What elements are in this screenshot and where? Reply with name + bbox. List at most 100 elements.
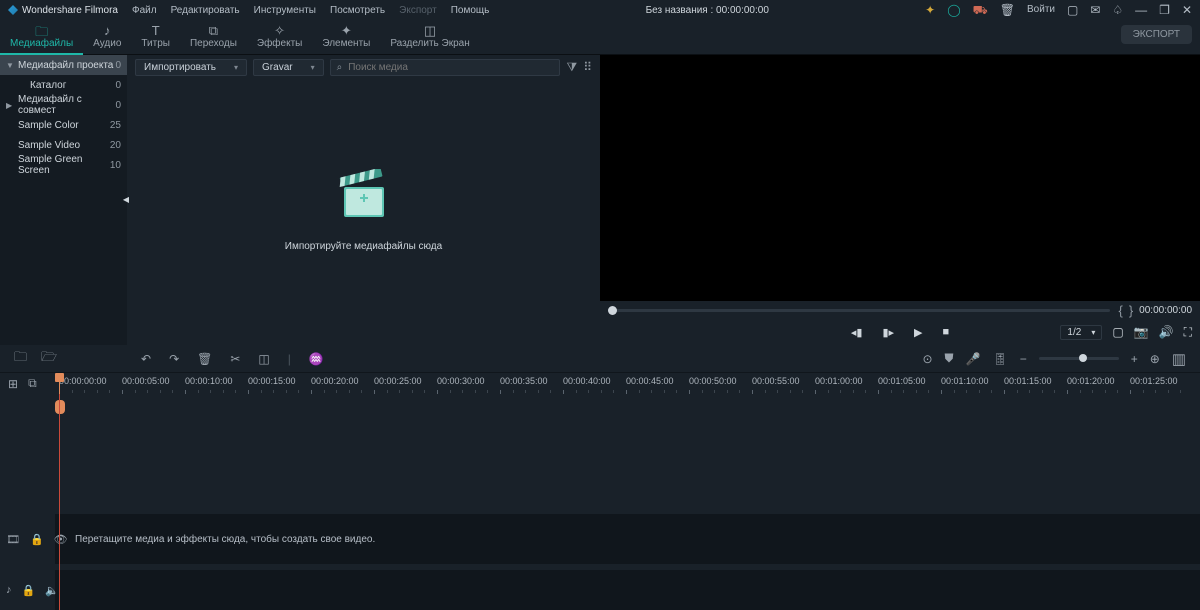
menu-tools[interactable]: Инструменты bbox=[254, 5, 316, 16]
audio-edit-icon[interactable]: ♒ bbox=[309, 352, 324, 366]
mute-icon[interactable]: 🔈 bbox=[45, 584, 59, 597]
snapshot-icon[interactable]: 📷 bbox=[1134, 325, 1149, 339]
filter-icon[interactable]: ⧩ bbox=[566, 60, 577, 75]
video-track[interactable]: 🎞 🔒 👁 Перетащите медиа и эффекты сюда, ч… bbox=[55, 514, 1200, 564]
sidebar-item-catalog[interactable]: Каталог0 bbox=[0, 75, 127, 95]
record-icon[interactable]: ⊙ bbox=[922, 352, 932, 366]
volume-icon[interactable]: 🔊 bbox=[1159, 325, 1174, 339]
timeline-zoom-slider[interactable] bbox=[1039, 357, 1119, 360]
login-button[interactable]: Войти bbox=[1027, 5, 1055, 15]
save-icon[interactable]: ▢ bbox=[1067, 4, 1078, 16]
menu-export[interactable]: Экспорт bbox=[399, 5, 437, 16]
ruler-tick: 00:00:05:00 bbox=[122, 376, 170, 386]
title-bar: Wondershare Filmora Файл Редактировать И… bbox=[0, 0, 1200, 20]
playhead-handle[interactable] bbox=[55, 400, 65, 414]
sidebar-collapse-icon[interactable]: ◀ bbox=[123, 195, 129, 204]
minimize-icon[interactable]: — bbox=[1135, 4, 1147, 16]
crop-icon[interactable]: ◫ bbox=[258, 352, 269, 366]
notification-icon[interactable]: ♤ bbox=[1112, 4, 1123, 16]
link-icon[interactable]: ⧉ bbox=[28, 376, 37, 391]
tab-titles[interactable]: TТитры bbox=[131, 20, 180, 55]
sidebar-item-sample-color[interactable]: Sample Color25 bbox=[0, 115, 127, 135]
ruler-tick: 00:00:45:00 bbox=[626, 376, 674, 386]
media-search[interactable]: ⌕ bbox=[330, 59, 561, 76]
timeline-toolbar: ↶ ↷ 🗑 ✂ ◫ | ♒ ⊙ ⛊ 🎤 🎚 − + ⊕ ▥ bbox=[127, 345, 1200, 372]
tab-transitions[interactable]: ⧉Переходы bbox=[180, 20, 247, 55]
sidebar-item-project-media[interactable]: ▼Медиафайл проекта0 bbox=[0, 55, 127, 75]
redo-icon[interactable]: ↷ bbox=[169, 352, 179, 366]
audio-track[interactable]: ♪ 🔒 🔈 bbox=[55, 570, 1200, 610]
close-icon[interactable]: ✕ bbox=[1182, 4, 1192, 16]
record-dropdown[interactable]: Gravar▾ bbox=[253, 59, 324, 76]
next-frame-icon[interactable]: ▮▸ bbox=[882, 326, 894, 339]
fullscreen-icon[interactable]: ⛶ bbox=[1184, 325, 1192, 340]
lock-icon[interactable]: 🔒 bbox=[22, 584, 36, 597]
prev-frame-icon[interactable]: ◂▮ bbox=[851, 326, 863, 339]
timeline-ruler-row: ⊞ ⧉ 00:00:00:0000:00:05:0000:00:10:0000:… bbox=[0, 372, 1200, 394]
menu-view[interactable]: Посмотреть bbox=[330, 5, 385, 16]
timeline-hint: Перетащите медиа и эффекты сюда, чтобы с… bbox=[75, 534, 375, 545]
grid-view-icon[interactable]: ⠿ bbox=[583, 60, 592, 74]
ruler-tick: 00:00:40:00 bbox=[563, 376, 611, 386]
premium-icon[interactable]: ✦ bbox=[925, 4, 935, 16]
media-drop-zone[interactable]: Импортируйте медиафайлы сюда bbox=[127, 79, 600, 345]
undo-icon[interactable]: ↶ bbox=[141, 352, 151, 366]
preview-viewport[interactable] bbox=[600, 55, 1200, 301]
visibility-icon[interactable]: 👁 bbox=[54, 533, 68, 546]
mid-row: 🗀 🗁 ↶ ↷ 🗑 ✂ ◫ | ♒ ⊙ ⛊ 🎤 🎚 − + ⊕ ▥ bbox=[0, 345, 1200, 372]
mark-in-icon[interactable]: { bbox=[1118, 303, 1120, 318]
trash-icon[interactable]: 🗑 bbox=[1000, 4, 1015, 16]
mail-icon[interactable]: ✉ bbox=[1090, 4, 1100, 16]
menu-edit[interactable]: Редактировать bbox=[171, 5, 240, 16]
zoom-fit-icon[interactable]: ⊕ bbox=[1150, 352, 1160, 366]
new-folder-icon[interactable]: 🗁 bbox=[41, 348, 57, 370]
menu-file[interactable]: Файл bbox=[132, 5, 157, 16]
tab-media[interactable]: 🗀Медиафайлы bbox=[0, 20, 83, 55]
play-icon[interactable]: ▶ bbox=[914, 326, 922, 339]
timeline-tracks[interactable]: 🎞 🔒 👁 Перетащите медиа и эффекты сюда, ч… bbox=[55, 394, 1200, 610]
delete-icon[interactable]: 🗑 bbox=[197, 352, 212, 366]
marker-icon[interactable]: ⛊ bbox=[945, 351, 954, 366]
export-button[interactable]: ЭКСПОРТ bbox=[1121, 25, 1192, 44]
sidebar-item-sample-green[interactable]: Sample Green Screen10 bbox=[0, 155, 127, 175]
zoom-out-icon[interactable]: − bbox=[1020, 352, 1027, 366]
snap-icon[interactable]: ⊞ bbox=[8, 377, 18, 391]
timeline-ruler[interactable]: 00:00:00:0000:00:05:0000:00:10:0000:00:1… bbox=[55, 373, 1200, 394]
timeline-settings-icon[interactable]: ▥ bbox=[1172, 350, 1186, 368]
voiceover-icon[interactable]: 🎤 bbox=[966, 352, 981, 366]
menu-help[interactable]: Помощь bbox=[451, 5, 490, 16]
media-toolbar: Импортировать▾ Gravar▾ ⌕ ⧩ ⠿ bbox=[127, 55, 600, 79]
playback-quality-dropdown[interactable]: 1/2▾ bbox=[1060, 325, 1102, 340]
import-dropdown[interactable]: Импортировать▾ bbox=[135, 59, 247, 76]
mark-out-icon[interactable]: } bbox=[1129, 303, 1131, 318]
stop-icon[interactable]: ■ bbox=[942, 326, 949, 338]
maximize-icon[interactable]: ❐ bbox=[1159, 4, 1170, 16]
display-icon[interactable]: ▢ bbox=[1112, 325, 1123, 339]
chevron-right-icon: ▶ bbox=[6, 101, 12, 110]
search-input[interactable] bbox=[348, 62, 553, 73]
sidebar-item-sample-video[interactable]: Sample Video20 bbox=[0, 135, 127, 155]
sidebar-item-shared-media[interactable]: ▶Медиафайл с совмест0 bbox=[0, 95, 127, 115]
ruler-tick: 00:00:35:00 bbox=[500, 376, 548, 386]
tab-elements[interactable]: ✦Элементы bbox=[312, 20, 380, 55]
audio-track-icon[interactable]: ♪ bbox=[6, 584, 12, 596]
zoom-in-icon[interactable]: + bbox=[1131, 352, 1138, 366]
folder-open-icon[interactable]: 🗀 bbox=[14, 348, 27, 370]
tab-audio[interactable]: ♪Аудио bbox=[83, 20, 131, 55]
lock-icon[interactable]: 🔒 bbox=[30, 533, 44, 546]
video-track-icon[interactable]: 🎞 bbox=[6, 533, 20, 546]
playhead[interactable] bbox=[59, 373, 60, 394]
video-track-head: 🎞 🔒 👁 bbox=[0, 514, 55, 564]
tab-effects[interactable]: ✧Эффекты bbox=[247, 20, 312, 55]
media-browser: Импортировать▾ Gravar▾ ⌕ ⧩ ⠿ Импортируйт… bbox=[127, 55, 600, 345]
mixer-icon[interactable]: 🎚 bbox=[992, 352, 1007, 366]
ruler-tick: 00:00:25:00 bbox=[374, 376, 422, 386]
scrub-bar: { } 00:00:00:00 bbox=[600, 301, 1200, 319]
tab-split-screen[interactable]: ◫Разделить Экран bbox=[380, 20, 479, 55]
media-sidebar: ▼Медиафайл проекта0 Каталог0 ▶Медиафайл … bbox=[0, 55, 127, 345]
support-icon[interactable]: ◯ bbox=[947, 4, 960, 16]
scrub-track[interactable] bbox=[608, 309, 1110, 312]
ruler-tick: 00:00:00:00 bbox=[59, 376, 107, 386]
cart-icon[interactable]: ⛟ bbox=[973, 4, 988, 16]
cut-icon[interactable]: ✂ bbox=[230, 352, 240, 366]
